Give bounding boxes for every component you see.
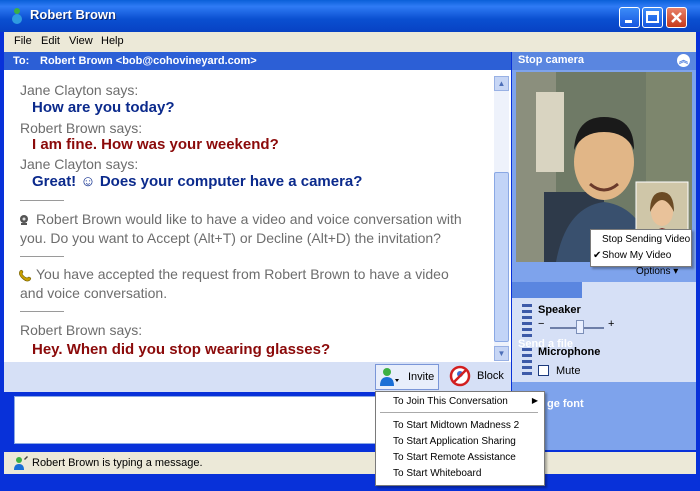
says-line: Robert Brown says:	[20, 322, 143, 338]
stop-camera-header[interactable]: Stop camera ︽	[512, 52, 696, 70]
send-file-link[interactable]: Send a file	[512, 338, 696, 356]
collapse-icon[interactable]: ︽	[677, 54, 690, 67]
invite-button[interactable]: Invite	[375, 364, 439, 390]
menu-item-remote-assistance[interactable]: To Start Remote Assistance	[393, 452, 516, 463]
maximize-icon	[646, 11, 659, 23]
window-title: Robert Brown	[30, 7, 116, 22]
maximize-button[interactable]	[642, 7, 663, 28]
audio-controls: Speaker − + Microphone Mute	[512, 282, 696, 382]
close-button[interactable]	[666, 7, 687, 28]
menu-edit[interactable]: Edit	[41, 35, 60, 47]
speaker-label: Speaker	[538, 304, 581, 316]
says-line: Robert Brown says:	[20, 120, 143, 136]
checkmark-icon: ✔	[593, 250, 602, 261]
block-label: Block	[477, 370, 504, 382]
menu-item-stop-sending-video[interactable]: Stop Sending Video	[602, 234, 690, 245]
stop-camera-label: Stop camera	[518, 54, 585, 66]
message-line: How are you today?	[32, 99, 175, 116]
webcam-icon	[18, 213, 32, 231]
messenger-buddy-icon	[8, 7, 26, 25]
message-line: Hey. When did you stop wearing glasses?	[32, 341, 331, 358]
menu-item-application-sharing[interactable]: To Start Application Sharing	[393, 436, 516, 447]
scroll-up-button[interactable]: ▲	[494, 76, 509, 91]
menu-file[interactable]: File	[14, 35, 32, 47]
invite-label: Invite	[408, 371, 435, 383]
action-bar: Invite Block	[4, 362, 511, 392]
menu-item-show-my-video[interactable]: Show My Video	[602, 250, 671, 261]
scroll-thumb[interactable]	[494, 172, 509, 342]
status-text: Robert Brown is typing a message.	[32, 457, 203, 469]
menu-item-whiteboard[interactable]: To Start Whiteboard	[393, 468, 481, 479]
status-bar: Robert Brown is typing a message.	[4, 452, 696, 474]
minimize-icon	[625, 20, 632, 23]
menu-view[interactable]: View	[69, 35, 93, 47]
separator	[20, 200, 64, 201]
menu-item-midtown-madness[interactable]: To Start Midtown Madness 2	[393, 420, 519, 431]
block-icon	[449, 365, 471, 392]
system-message-line: you. Do you want to Accept (Alt+T) or De…	[20, 230, 441, 246]
block-button[interactable]: Block	[445, 364, 507, 390]
to-label: To:	[13, 55, 30, 67]
menu-divider	[380, 412, 538, 413]
to-bar: To: Robert Brown <bob@cohovineyard.com>	[4, 52, 511, 70]
separator	[20, 311, 64, 312]
title-bar[interactable]: Robert Brown	[0, 0, 700, 32]
menu-bar: File Edit View Help	[4, 32, 696, 52]
message-line: I am fine. How was your weekend?	[32, 136, 279, 153]
typing-person-icon	[12, 456, 28, 473]
submenu-arrow-icon: ▶	[531, 396, 538, 405]
separator	[20, 256, 64, 257]
options-menu: Stop Sending Video ✔ Show My Video	[590, 229, 692, 267]
mute-label: Mute	[556, 365, 581, 377]
menu-help[interactable]: Help	[101, 35, 124, 47]
audio-header	[512, 282, 582, 298]
system-message-line: You have accepted the request from Rober…	[36, 266, 449, 282]
mute-checkbox[interactable]	[538, 365, 549, 376]
messenger-window: Robert Brown File Edit View Help To: Rob…	[0, 0, 700, 491]
scroll-down-button[interactable]: ▼	[494, 346, 509, 361]
says-line: Jane Clayton says:	[20, 82, 139, 98]
message-line: Great! ☺ Does your computer have a camer…	[32, 173, 363, 190]
speaker-slider-thumb[interactable]	[576, 320, 584, 334]
says-line: Jane Clayton says:	[20, 156, 139, 172]
conversation-scrollbar[interactable]: ▲ ▼	[494, 76, 509, 361]
close-icon	[671, 12, 682, 23]
speaker-volume-slider[interactable]: − +	[538, 318, 616, 334]
menu-item-join-conversation[interactable]: To Join This Conversation	[393, 396, 508, 407]
to-contact[interactable]: Robert Brown <bob@cohovineyard.com>	[40, 55, 257, 67]
invite-menu: To Join This Conversation ▶ To Start Mid…	[375, 391, 545, 486]
options-button[interactable]: Options ▾	[636, 266, 678, 277]
minimize-button[interactable]	[619, 7, 640, 28]
conversation-history[interactable]: Jane Clayton says: How are you today? Ro…	[14, 76, 494, 361]
system-message-line: Robert Brown would like to have a video …	[36, 211, 462, 227]
system-message-line: and voice conversation.	[20, 285, 168, 301]
invite-person-icon	[379, 367, 401, 392]
